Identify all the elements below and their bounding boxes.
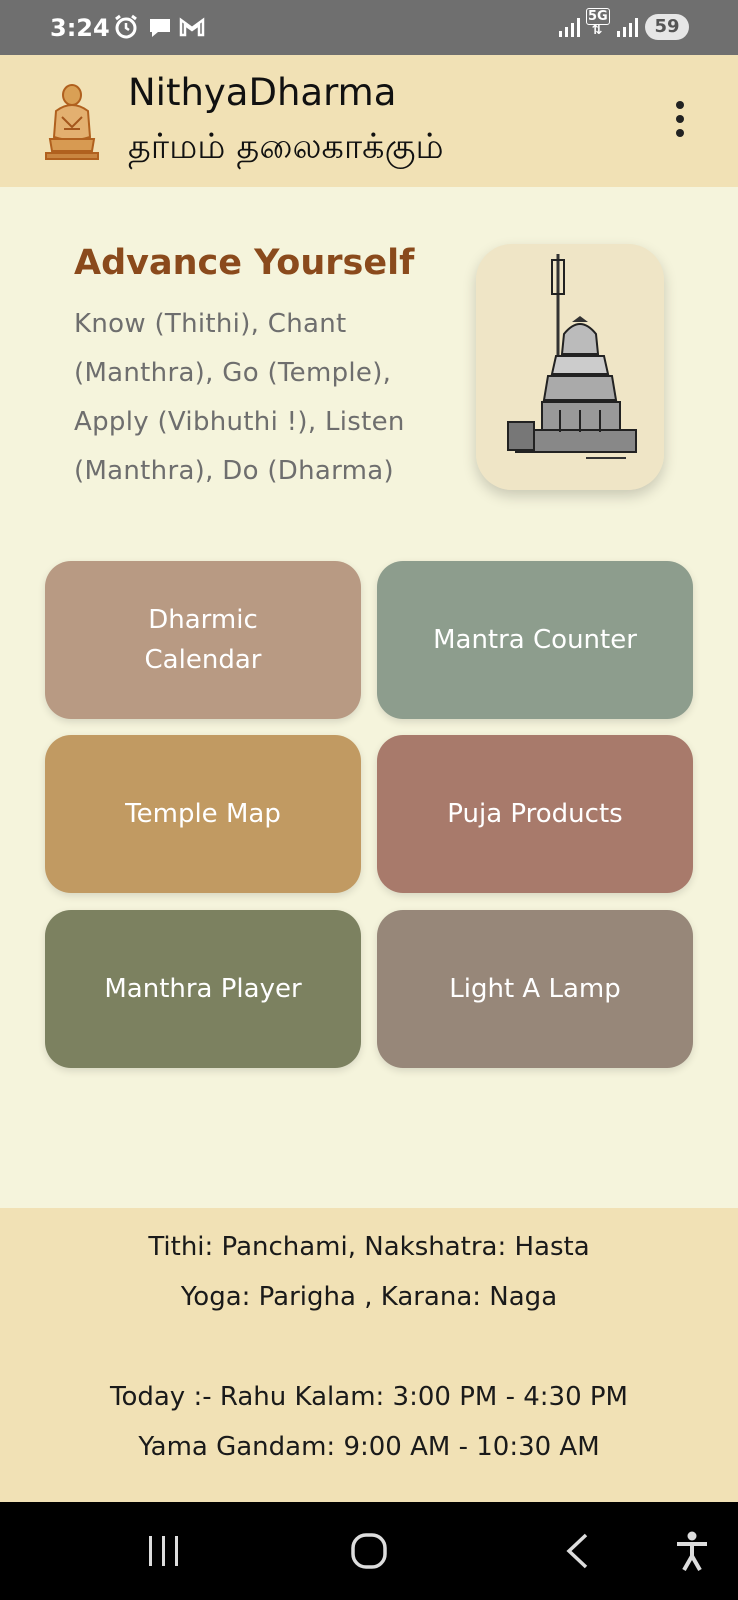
tile-label: Puja Products (447, 799, 623, 829)
battery-indicator: 59 (645, 14, 689, 40)
mantra-counter-button[interactable]: Mantra Counter (377, 561, 693, 719)
alarm-icon (115, 14, 137, 39)
status-time: 3:24 (50, 14, 110, 42)
tile-label: Light A Lamp (449, 974, 621, 1004)
manthra-player-button[interactable]: Manthra Player (45, 910, 361, 1068)
gmail-icon (179, 17, 205, 37)
signal-icon (559, 18, 580, 37)
more-vert-icon[interactable] (666, 101, 694, 145)
network-5g-icon: 5G ⇅ (586, 8, 610, 38)
tile-label: Mantra Counter (433, 625, 637, 655)
tithi-nakshatra-text: Tithi: Panchami, Nakshatra: Hasta (148, 1232, 590, 1262)
yoga-karana-text: Yoga: Parigha , Karana: Naga (180, 1282, 558, 1312)
hero-title: Advance Yourself (74, 243, 415, 283)
panchang-info-panel: Tithi: Panchami, Nakshatra: Hasta Yoga: … (0, 1208, 738, 1502)
tile-label: Dharmic Calendar (144, 605, 262, 675)
chat-icon (150, 19, 170, 37)
app-logo-icon (45, 84, 99, 160)
accessibility-icon[interactable] (674, 1530, 710, 1572)
signal-icon (617, 18, 638, 37)
status-bar: 3:24 5G ⇅ 59 (0, 0, 738, 55)
home-icon[interactable] (350, 1532, 388, 1570)
rahu-kalam-text: Today :- Rahu Kalam: 3:00 PM - 4:30 PM (110, 1382, 628, 1412)
back-icon[interactable] (562, 1532, 592, 1570)
recents-icon[interactable] (146, 1534, 182, 1568)
puja-products-button[interactable]: Puja Products (377, 735, 693, 893)
hero-description: Know (Thithi), Chant (Manthra), Go (Temp… (74, 309, 405, 486)
temple-sketch-image (476, 244, 664, 490)
yama-gandam-text: Yama Gandam: 9:00 AM - 10:30 AM (138, 1432, 600, 1462)
tile-label: Temple Map (125, 799, 281, 829)
tile-label: Manthra Player (104, 974, 302, 1004)
app-subtitle: தர்மம் தலைகாக்கும் (128, 127, 444, 167)
app-title: NithyaDharma (128, 71, 397, 114)
temple-map-button[interactable]: Temple Map (45, 735, 361, 893)
app-bar: NithyaDharma தர்மம் தலைகாக்கும் (0, 55, 738, 187)
light-a-lamp-button[interactable]: Light A Lamp (377, 910, 693, 1068)
dharmic-calendar-button[interactable]: Dharmic Calendar (45, 561, 361, 719)
navigation-bar (0, 1502, 738, 1600)
